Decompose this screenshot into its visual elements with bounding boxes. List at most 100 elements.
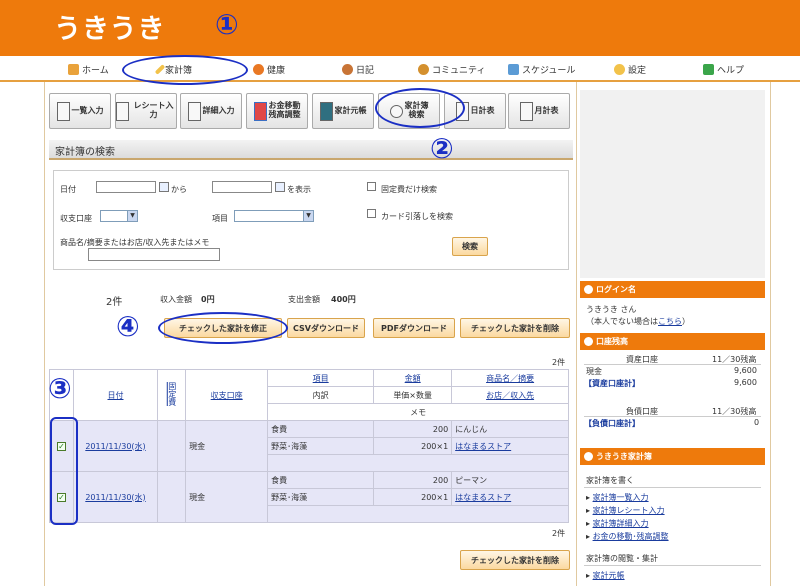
row-memo	[267, 505, 569, 523]
annotation-number-4: ④	[116, 310, 140, 343]
right-sidebar: ログイン名 うきうき さん （本人でない場合はこちら） 口座残高 資産口座 11…	[580, 82, 765, 586]
divider	[584, 364, 761, 365]
shop-header[interactable]: お店／収入先	[451, 386, 569, 404]
table-header-row: 日付 固定費 収支口座 項目 金額 商品名／摘要	[49, 369, 569, 421]
divider	[584, 487, 761, 488]
delete-checked-button-bottom[interactable]: チェックした家計を削除	[460, 550, 570, 570]
row-fixed	[156, 471, 187, 523]
sidebar-link-detail-input[interactable]: ▸ 家計簿詳細入力	[586, 518, 649, 529]
csv-download-button[interactable]: CSVダウンロード	[287, 318, 365, 338]
list-input-button[interactable]: 一覧入力	[49, 93, 111, 129]
cash-value: 9,600	[734, 366, 757, 375]
debt-total-label: 【負債口座計】	[584, 419, 640, 428]
date-to-input[interactable]	[212, 181, 272, 193]
sidebar-link-money-transfer[interactable]: ▸ お金の移動･残高調整	[586, 531, 669, 542]
card-label: カード引落しを検索	[381, 212, 453, 221]
row-date[interactable]: 2011/11/30(水)	[73, 420, 158, 472]
calendar-icon[interactable]	[159, 182, 169, 192]
product-header[interactable]: 商品名／摘要	[451, 369, 569, 387]
divider	[584, 565, 761, 566]
calendar-icon	[508, 64, 519, 75]
wallet-icon	[584, 337, 593, 346]
keyword-input[interactable]	[88, 248, 220, 261]
login-header: ログイン名	[580, 281, 765, 298]
sidebar-link-receipt-input[interactable]: ▸ 家計簿レシート入力	[586, 505, 665, 516]
table-count-top: 2件	[552, 358, 566, 367]
chevron-down-icon: ▼	[303, 211, 313, 221]
date-header[interactable]: 日付	[73, 369, 158, 421]
nav-health[interactable]: 健康	[253, 63, 285, 76]
nav-help[interactable]: ヘルプ	[703, 63, 744, 76]
delete-checked-button[interactable]: チェックした家計を削除	[460, 318, 570, 338]
row-amount: 200	[373, 420, 453, 438]
row-product: にんじん	[451, 420, 569, 438]
account-label: 収支口座	[60, 214, 92, 223]
calendar-icon[interactable]	[275, 182, 285, 192]
person-icon	[342, 64, 353, 75]
item-header[interactable]: 項目	[267, 369, 375, 387]
fixed-only-label: 固定費だけ検索	[381, 185, 437, 194]
expense-label: 支出金額	[288, 295, 320, 304]
row-account: 現金	[185, 420, 269, 472]
item-label: 項目	[212, 214, 228, 223]
detail-input-button[interactable]: 詳細入力	[180, 93, 242, 129]
row-item: 食費	[267, 420, 375, 438]
debt-total-value: 0	[754, 418, 760, 427]
row-date[interactable]: 2011/11/30(水)	[73, 471, 158, 523]
browse-section-label: 家計簿の閲覧・集計	[586, 554, 658, 563]
row-account: 現金	[185, 471, 269, 523]
fixed-header[interactable]: 固定費	[156, 369, 187, 421]
account-header[interactable]: 収支口座	[185, 369, 269, 421]
card-checkbox[interactable]	[367, 209, 376, 218]
fixed-only-checkbox[interactable]	[367, 182, 376, 191]
result-count: 2件	[106, 297, 123, 308]
row-shop[interactable]: はなまるストア	[451, 488, 569, 506]
date-from-input[interactable]	[96, 181, 156, 193]
item-select[interactable]: ▼	[234, 210, 314, 222]
row-unit: 200×1	[373, 437, 453, 455]
sidebar-link-list-input[interactable]: ▸ 家計簿一覧入力	[586, 492, 649, 503]
search-button[interactable]: 検索	[452, 237, 488, 256]
kakeibo-header: うきうき家計簿	[580, 448, 765, 465]
chevron-down-icon: ▼	[127, 211, 137, 221]
row-memo	[267, 454, 569, 472]
people-icon	[418, 64, 429, 75]
row-shop[interactable]: はなまるストア	[451, 437, 569, 455]
money-transfer-button[interactable]: お金移動 残高調整	[246, 93, 308, 129]
column-divider	[576, 82, 577, 586]
row-detail: 野菜･海藻	[267, 488, 375, 506]
login-switch-link[interactable]: こちら	[658, 317, 682, 326]
heart-icon	[253, 64, 264, 75]
pdf-download-button[interactable]: PDFダウンロード	[373, 318, 455, 338]
login-note: （本人でない場合はこちら）	[586, 317, 690, 326]
annotation-number-2: ②	[430, 132, 454, 165]
nav-schedule[interactable]: スケジュール	[508, 63, 575, 76]
kakeibo-toolbar: 一覧入力 レシート入力 詳細入力 お金移動 残高調整 家計元帳 家計簿 検索 日…	[49, 93, 573, 129]
ledger-button[interactable]: 家計元帳	[312, 93, 374, 129]
keyword-label: 商品名/摘要またはお店/収入先またはメモ	[60, 238, 210, 247]
date-label: 日付	[60, 185, 76, 194]
book-icon	[584, 452, 593, 461]
table-count-bottom: 2件	[552, 529, 566, 538]
cash-label: 現金	[586, 367, 602, 376]
amount-header[interactable]: 金額	[373, 369, 453, 387]
divider	[584, 416, 761, 417]
account-select[interactable]: ▼	[100, 210, 138, 222]
income-label: 収入金額	[160, 295, 192, 304]
receipt-icon	[116, 101, 129, 121]
sidebar-link-ledger[interactable]: ▸ 家計元帳	[586, 570, 625, 581]
nav-home[interactable]: ホーム	[68, 63, 109, 76]
ad-placeholder	[580, 90, 765, 278]
to-label: を表示	[287, 185, 311, 194]
list-input-icon	[56, 101, 70, 121]
nav-diary[interactable]: 日記	[342, 63, 374, 76]
logo[interactable]: うきうき	[54, 7, 165, 46]
search-form: 日付 から を表示 固定費だけ検索 収支口座 ▼ 項目 ▼ カード引落しを検索 …	[53, 170, 569, 270]
nav-settings[interactable]: 設定	[614, 63, 646, 76]
nav-community[interactable]: コミュニティ	[418, 63, 485, 76]
receipt-input-button[interactable]: レシート入力	[115, 93, 177, 129]
monthly-report-button[interactable]: 月計表	[508, 93, 570, 129]
home-icon	[68, 64, 79, 75]
annotation-circle-1	[122, 55, 248, 85]
from-label: から	[171, 185, 187, 194]
